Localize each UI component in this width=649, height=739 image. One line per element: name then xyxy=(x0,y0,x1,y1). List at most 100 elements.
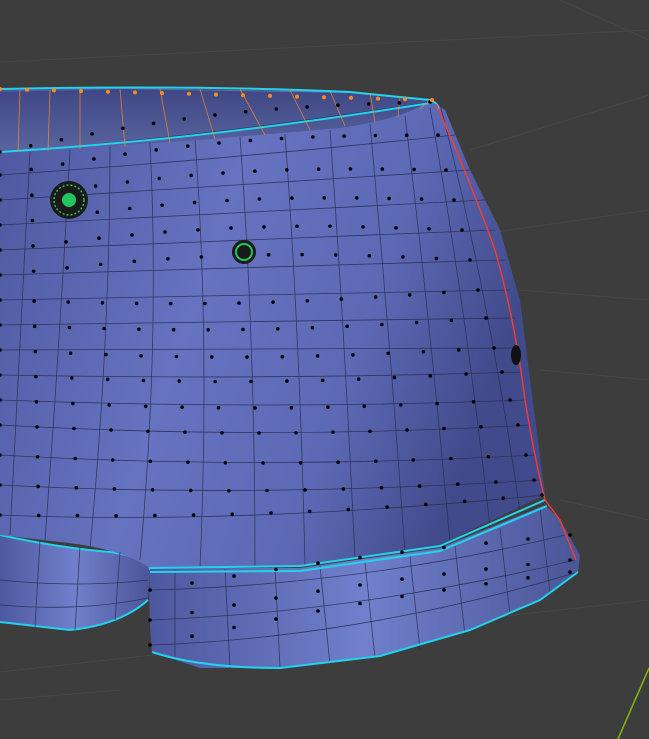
vertex[interactable] xyxy=(452,198,456,202)
vertex[interactable] xyxy=(59,137,64,142)
vertex[interactable] xyxy=(72,426,76,431)
vertex[interactable] xyxy=(33,349,38,354)
vertex[interactable] xyxy=(326,405,330,410)
vertex[interactable] xyxy=(30,218,35,223)
vertex[interactable] xyxy=(484,541,488,545)
selected-vertex[interactable] xyxy=(133,90,137,95)
vertex[interactable] xyxy=(414,320,419,325)
vertex[interactable] xyxy=(417,484,422,488)
vertex-cluster[interactable] xyxy=(511,345,521,365)
vertex[interactable] xyxy=(386,351,390,356)
selected-vertex[interactable] xyxy=(295,94,299,99)
vertex[interactable] xyxy=(143,404,148,409)
vertex[interactable] xyxy=(294,431,298,435)
vertex[interactable] xyxy=(501,496,506,501)
vertex[interactable] xyxy=(232,603,236,607)
vertex[interactable] xyxy=(109,428,113,432)
selected-vertex[interactable] xyxy=(160,91,164,96)
vertex[interactable] xyxy=(354,196,359,200)
selected-vertex[interactable] xyxy=(376,96,380,101)
vertex[interactable] xyxy=(300,252,304,257)
vertex[interactable] xyxy=(97,236,101,240)
vertex[interactable] xyxy=(442,545,446,550)
vertex[interactable] xyxy=(428,374,433,378)
vertex[interactable] xyxy=(166,257,170,261)
vertex[interactable] xyxy=(361,225,365,229)
vertex[interactable] xyxy=(274,596,278,600)
selected-vertex[interactable] xyxy=(106,89,110,94)
vertex[interactable] xyxy=(182,117,187,121)
vertex[interactable] xyxy=(121,126,125,131)
vertex[interactable] xyxy=(460,228,464,232)
vertex[interactable] xyxy=(442,290,446,295)
selected-vertex[interactable] xyxy=(268,93,272,98)
vertex[interactable] xyxy=(35,425,39,429)
vertex[interactable] xyxy=(151,121,156,126)
vertex[interactable] xyxy=(220,431,224,435)
vertex[interactable] xyxy=(316,609,320,613)
vertex[interactable] xyxy=(221,171,225,175)
vertex[interactable] xyxy=(532,478,536,482)
vertex[interactable] xyxy=(157,176,162,181)
vertex[interactable] xyxy=(74,486,79,490)
vertex[interactable] xyxy=(479,425,483,429)
vertex[interactable] xyxy=(494,480,498,484)
vertex[interactable] xyxy=(322,196,327,200)
vertex[interactable] xyxy=(435,401,439,406)
vertex[interactable] xyxy=(358,601,362,606)
vertex[interactable] xyxy=(307,509,312,514)
vertex[interactable] xyxy=(203,301,207,306)
vertex[interactable] xyxy=(303,488,307,492)
vertex[interactable] xyxy=(98,262,103,267)
vertex[interactable] xyxy=(400,550,404,554)
vertex[interactable] xyxy=(316,561,320,565)
vertex[interactable] xyxy=(449,456,453,461)
vertex[interactable] xyxy=(385,505,389,509)
vertex[interactable] xyxy=(92,157,96,161)
vertex[interactable] xyxy=(68,351,73,356)
vertex[interactable] xyxy=(346,507,351,512)
vertex[interactable] xyxy=(492,346,496,350)
vertex[interactable] xyxy=(342,134,346,138)
vertex[interactable] xyxy=(289,406,294,410)
vertex[interactable] xyxy=(60,162,65,166)
vertex[interactable] xyxy=(471,400,476,404)
vertex[interactable] xyxy=(540,493,544,497)
vertex[interactable] xyxy=(186,460,190,465)
vertex[interactable] xyxy=(93,184,98,188)
vertex[interactable] xyxy=(508,398,512,402)
vertex[interactable] xyxy=(331,430,335,435)
vertex[interactable] xyxy=(275,327,280,331)
vertex[interactable] xyxy=(526,537,530,541)
vertex[interactable] xyxy=(148,588,152,592)
vertex[interactable] xyxy=(69,376,74,380)
vertex[interactable] xyxy=(237,301,241,305)
vertex[interactable] xyxy=(356,377,361,381)
vertex[interactable] xyxy=(192,200,197,205)
vertex[interactable] xyxy=(392,375,397,380)
vertex[interactable] xyxy=(105,377,110,382)
pin-marker-large[interactable] xyxy=(50,181,88,219)
vertex[interactable] xyxy=(130,233,134,237)
vertex[interactable] xyxy=(373,459,378,464)
vertex[interactable] xyxy=(257,197,262,201)
shorts-body[interactable] xyxy=(0,88,545,568)
vertex[interactable] xyxy=(148,459,153,464)
vertex[interactable] xyxy=(190,634,194,638)
vertex[interactable] xyxy=(90,132,94,136)
vertex[interactable] xyxy=(134,301,139,306)
vertex[interactable] xyxy=(468,258,472,262)
vertex[interactable] xyxy=(114,513,118,518)
vertex[interactable] xyxy=(310,325,315,330)
vertex[interactable] xyxy=(400,594,404,599)
vertex[interactable] xyxy=(421,350,426,354)
vertex[interactable] xyxy=(65,265,69,270)
pin-marker-small[interactable] xyxy=(232,240,256,264)
vertex[interactable] xyxy=(227,488,231,493)
vertex[interactable] xyxy=(358,555,362,560)
vertex[interactable] xyxy=(568,558,572,562)
vertex[interactable] xyxy=(253,406,257,410)
vertex[interactable] xyxy=(265,488,269,493)
vertex[interactable] xyxy=(368,429,372,434)
selected-vertex[interactable] xyxy=(25,87,29,92)
